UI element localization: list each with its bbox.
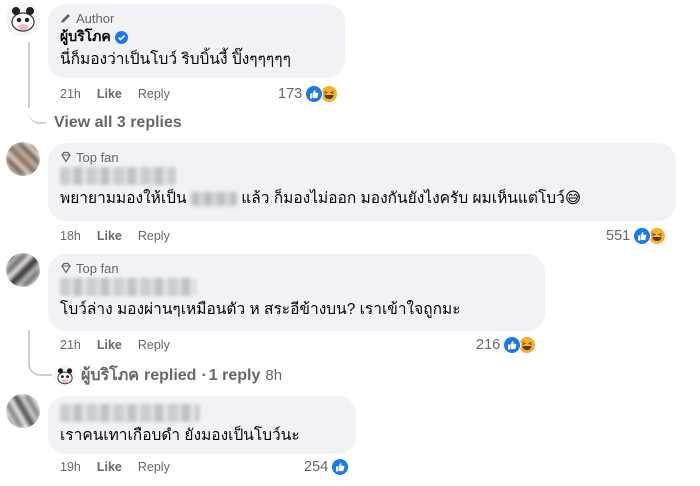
like-button[interactable]: Like xyxy=(97,87,122,101)
avatar[interactable] xyxy=(6,394,40,428)
comment-time[interactable]: 18h xyxy=(60,229,81,243)
reply-button[interactable]: Reply xyxy=(138,338,170,352)
verified-icon xyxy=(114,30,128,44)
diamond-icon xyxy=(60,262,72,274)
reply-button[interactable]: Reply xyxy=(138,460,170,474)
like-reaction-icon xyxy=(331,458,350,476)
reaction-summary[interactable]: 551 xyxy=(606,227,667,245)
avatar xyxy=(54,364,76,387)
reply-summary[interactable]: ผู้บริโภค replied · 1 reply 8h xyxy=(54,363,282,388)
commenter-name[interactable]: ผู้บริโภค xyxy=(60,28,333,46)
comment-actions: 18h Like Reply xyxy=(60,229,170,243)
like-reaction-icon xyxy=(305,85,324,103)
diamond-icon xyxy=(60,151,72,163)
redacted-word xyxy=(190,191,237,206)
comment-time[interactable]: 21h xyxy=(60,338,81,352)
reply-button[interactable]: Reply xyxy=(138,87,170,101)
comment-text-part: แล้ว ก็มองไม่ออก มองกันยังไงครับ ผมเห็นแ… xyxy=(241,190,565,207)
thread-curve xyxy=(28,330,52,376)
comment-text-part: พยายามมองให้เป็น xyxy=(60,190,187,207)
like-button[interactable]: Like xyxy=(97,338,122,352)
avatar[interactable] xyxy=(6,142,40,176)
reaction-summary[interactable]: 216 xyxy=(476,336,537,354)
commenter-name-text[interactable]: ผู้บริโภค xyxy=(60,26,111,48)
reaction-summary[interactable]: 254 xyxy=(304,458,350,476)
comment-bubble: Top fan พยายามมองให้เป็น แล้ว ก็มองไม่ออ… xyxy=(48,143,676,221)
badge-label: Top fan xyxy=(76,149,119,165)
comment-time[interactable]: 19h xyxy=(60,460,81,474)
like-reaction-icon xyxy=(503,336,522,354)
badge-label: Author xyxy=(76,10,115,26)
commenter-name-blurred[interactable] xyxy=(60,167,176,185)
reply-summary-name: ผู้บริโภค xyxy=(81,367,139,384)
comment-text: พยายามมองให้เป็น แล้ว ก็มองไม่ออก มองกัน… xyxy=(60,189,664,209)
comment-actions: 19h Like Reply xyxy=(60,460,170,474)
comment-time[interactable]: 21h xyxy=(60,87,81,101)
author-badge: Author xyxy=(60,10,333,26)
avatar[interactable] xyxy=(6,253,40,287)
reply-summary-separator: · xyxy=(201,366,207,384)
reaction-count: 216 xyxy=(476,337,501,353)
comment-bubble: Top fan โบว์ล่าง มองผ่านๆเหมือนตัว ห สระ… xyxy=(48,254,545,331)
avatar[interactable] xyxy=(6,2,40,36)
reply-button[interactable]: Reply xyxy=(138,229,170,243)
pencil-icon xyxy=(60,12,72,24)
view-all-replies-link[interactable]: View all 3 replies xyxy=(54,114,182,132)
like-button[interactable]: Like xyxy=(97,460,122,474)
reaction-summary[interactable]: 173 xyxy=(278,85,339,103)
badge-label: Top fan xyxy=(76,260,119,276)
thread-curve xyxy=(28,98,46,124)
comment-text: เราคนเทาเกือบดำ ยังมองเป็นโบว์นะ xyxy=(60,427,300,444)
comment-bubble: เราคนเทาเกือบดำ ยังมองเป็นโบว์นะ xyxy=(48,396,356,454)
reaction-count: 254 xyxy=(304,459,329,475)
comment-text: นี่ก็มองว่าเป็นโบว์ ริบบิ้นงี้ ปิ๊งๆๆๆๆๆ xyxy=(60,51,291,68)
top-fan-badge: Top fan xyxy=(60,260,533,276)
like-reaction-icon xyxy=(633,227,652,245)
reply-summary-time: 8h xyxy=(265,367,283,384)
comment-actions: 21h Like Reply xyxy=(60,338,170,352)
reaction-count: 551 xyxy=(606,228,631,244)
commenter-name-blurred[interactable] xyxy=(60,278,196,296)
reaction-count: 173 xyxy=(278,86,303,102)
top-fan-badge: Top fan xyxy=(60,149,664,165)
reply-summary-count: 1 reply xyxy=(208,366,261,384)
comment-text: โบว์ล่าง มองผ่านๆเหมือนตัว ห สระอีข้างบน… xyxy=(60,301,461,318)
comment-bubble: Author ผู้บริโภค นี่ก็มองว่าเป็นโบว์ ริบ… xyxy=(48,4,345,78)
commenter-name-blurred[interactable] xyxy=(60,404,200,422)
sweat-smile-emoji: 😅 xyxy=(564,190,581,207)
like-button[interactable]: Like xyxy=(97,229,122,243)
reply-summary-replied: replied xyxy=(143,366,197,384)
comment-actions: 21h Like Reply xyxy=(60,87,170,101)
